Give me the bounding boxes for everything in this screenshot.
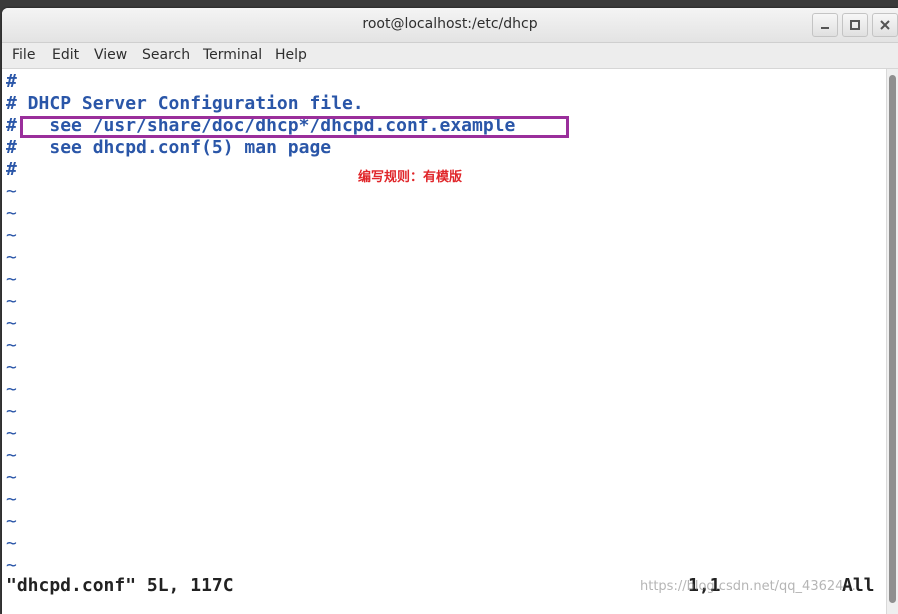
status-file-info: "dhcpd.conf" 5L, 117C	[6, 575, 234, 596]
maximize-icon	[850, 20, 860, 30]
code-line: #	[6, 159, 17, 180]
empty-line-tilde: ~	[6, 489, 17, 510]
empty-line-tilde: ~	[6, 313, 17, 334]
empty-line-tilde: ~	[6, 401, 17, 422]
menu-edit[interactable]: Edit	[52, 47, 79, 63]
menu-view[interactable]: View	[94, 47, 127, 63]
menu-file[interactable]: File	[12, 47, 35, 63]
empty-line-tilde: ~	[6, 225, 17, 246]
empty-line-tilde: ~	[6, 467, 17, 488]
empty-line-tilde: ~	[6, 379, 17, 400]
terminal-window: root@localhost:/etc/dhcp File Edit View …	[2, 8, 898, 614]
empty-line-tilde: ~	[6, 181, 17, 202]
code-line: # DHCP Server Configuration file.	[6, 93, 364, 114]
empty-line-tilde: ~	[6, 511, 17, 532]
vertical-scrollbar[interactable]	[886, 69, 898, 614]
empty-line-tilde: ~	[6, 247, 17, 268]
empty-line-tilde: ~	[6, 335, 17, 356]
code-line: # see dhcpd.conf(5) man page	[6, 137, 332, 158]
watermark: https://blog.csdn.net/qq_43624...	[640, 579, 856, 594]
vim-editor[interactable]: # # DHCP Server Configuration file. # se…	[2, 69, 886, 614]
menu-help[interactable]: Help	[275, 47, 307, 63]
code-line: #	[6, 71, 17, 92]
minimize-button[interactable]	[812, 13, 838, 37]
empty-line-tilde: ~	[6, 533, 17, 554]
menu-terminal[interactable]: Terminal	[203, 47, 262, 63]
empty-line-tilde: ~	[6, 203, 17, 224]
empty-line-tilde: ~	[6, 423, 17, 444]
empty-line-tilde: ~	[6, 269, 17, 290]
highlight-box	[20, 116, 569, 138]
menu-search[interactable]: Search	[142, 47, 190, 63]
scrollbar-thumb[interactable]	[889, 75, 896, 603]
minimize-icon	[821, 27, 829, 29]
empty-line-tilde: ~	[6, 357, 17, 378]
window-title: root@localhost:/etc/dhcp	[362, 16, 538, 32]
empty-line-tilde: ~	[6, 291, 17, 312]
empty-line-tilde: ~	[6, 555, 17, 576]
maximize-button[interactable]	[842, 13, 868, 37]
close-button[interactable]	[872, 13, 898, 37]
menu-bar: File Edit View Search Terminal Help	[2, 43, 898, 69]
empty-line-tilde: ~	[6, 445, 17, 466]
annotation-text: 编写规则：有模版	[358, 170, 463, 185]
title-bar[interactable]: root@localhost:/etc/dhcp	[2, 8, 898, 43]
close-icon	[880, 20, 890, 30]
